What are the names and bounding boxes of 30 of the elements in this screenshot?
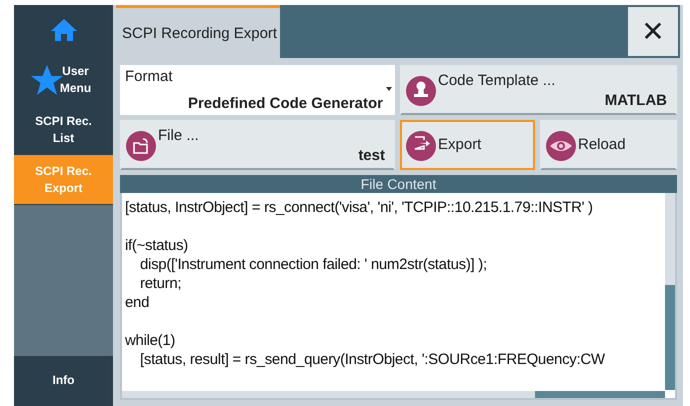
- sidebar-label: User Menu: [58, 62, 92, 96]
- code-line: [status, result] = rs_send_query(InstrObject, ':SOURce1:FREQuency:CW: [140, 351, 605, 368]
- field-label: Format: [125, 68, 173, 85]
- dropdown-caret-icon: [386, 87, 392, 91]
- code-line: if(~status): [125, 237, 188, 254]
- code-line: [status, InstrObject] = rs_connect('visa', 'ni', 'TCPIP::10.215.1.79::INSTR' ): [125, 199, 593, 216]
- close-button[interactable]: ✕: [628, 7, 678, 56]
- field-value: Predefined Code Generator: [188, 95, 383, 112]
- stamp-icon: [406, 76, 436, 106]
- file-button[interactable]: File ... test: [120, 120, 395, 170]
- code-line: end: [125, 294, 150, 311]
- vertical-scrollbar[interactable]: [665, 193, 675, 390]
- export-button[interactable]: Export: [400, 120, 535, 170]
- button-value: MATLAB: [604, 92, 667, 109]
- code-line: disp(['Instrument connection failed: ' num2str(status)] );: [140, 256, 487, 273]
- scrollbar-thumb[interactable]: [665, 285, 675, 390]
- format-dropdown[interactable]: Format Predefined Code Generator: [120, 65, 395, 115]
- scrollbar-thumb[interactable]: [535, 391, 665, 398]
- eye-icon: [546, 131, 576, 161]
- tab[interactable]: SCPI Recording Export: [116, 5, 280, 58]
- folder-icon: [126, 131, 156, 161]
- code-line: return;: [140, 275, 182, 292]
- code-template-button[interactable]: Code Template ... MATLAB: [400, 65, 677, 115]
- reload-button[interactable]: Reload: [540, 120, 677, 170]
- home-icon: [50, 18, 78, 42]
- code-line: while(1): [125, 332, 176, 349]
- horizontal-scrollbar[interactable]: [122, 391, 665, 398]
- export-icon: [406, 131, 436, 161]
- section-header: File Content: [120, 175, 677, 193]
- button-value: test: [358, 147, 385, 164]
